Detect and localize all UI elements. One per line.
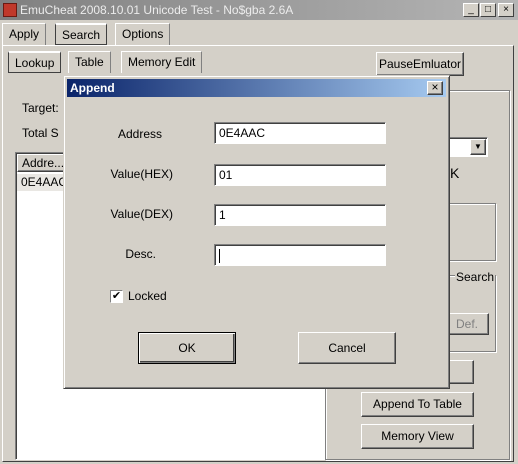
text-cursor xyxy=(219,248,220,263)
ok-button[interactable]: OK xyxy=(138,332,236,364)
locked-label: Locked xyxy=(128,289,167,303)
dialog-close-button[interactable]: × xyxy=(427,81,443,95)
tab-lookup[interactable]: Lookup xyxy=(8,51,62,73)
def-button[interactable]: Def. xyxy=(445,313,489,335)
close-button[interactable]: × xyxy=(498,3,514,17)
locked-checkbox[interactable]: ✔ xyxy=(110,290,123,303)
desc-label: Desc. xyxy=(125,247,156,261)
pause-emulator-button[interactable]: PauseEmluator xyxy=(376,52,464,76)
total-label: Total S xyxy=(22,126,59,140)
dropdown[interactable]: ▼ xyxy=(448,137,488,157)
window-titlebar: EmuCheat 2008.10.01 Unicode Test - No$gb… xyxy=(0,0,518,20)
tab-apply[interactable]: Apply xyxy=(2,23,47,45)
append-dialog: Append × Address 0E4AAC Value(HEX) 01 Va… xyxy=(63,75,450,389)
desc-field[interactable] xyxy=(214,244,386,266)
address-field[interactable]: 0E4AAC xyxy=(214,122,386,144)
dropdown-arrow-icon[interactable]: ▼ xyxy=(470,139,486,155)
tab-options[interactable]: Options xyxy=(115,23,171,45)
window-title: EmuCheat 2008.10.01 Unicode Test - No$gb… xyxy=(20,3,294,17)
address-label: Address xyxy=(117,127,162,141)
cancel-button[interactable]: Cancel xyxy=(298,332,396,364)
search-groupbox-label: Search xyxy=(455,270,496,284)
tab-table[interactable]: Table xyxy=(68,51,111,73)
value-hex-field[interactable]: 01 xyxy=(214,164,386,186)
maximize-button[interactable]: □ xyxy=(480,3,496,17)
value-dex-field[interactable]: 1 xyxy=(214,204,386,226)
list-header-address[interactable]: Addre... xyxy=(17,154,67,172)
app-icon xyxy=(3,3,17,17)
append-to-table-button[interactable]: Append To Table xyxy=(361,392,474,417)
value-hex-label: Value(HEX) xyxy=(110,167,173,181)
minimize-button[interactable]: _ xyxy=(463,3,479,17)
list-item[interactable]: 0E4AAC xyxy=(17,174,67,191)
memory-view-button[interactable]: Memory View xyxy=(361,424,474,449)
value-dex-label: Value(DEX) xyxy=(110,207,173,221)
tab-memory-edit[interactable]: Memory Edit xyxy=(121,51,203,73)
tab-search[interactable]: Search xyxy=(55,23,108,45)
x-glyph-icon: K xyxy=(450,165,460,181)
target-label: Target: xyxy=(22,101,59,115)
dialog-title: Append xyxy=(70,81,115,95)
dialog-titlebar: Append × xyxy=(67,79,446,97)
